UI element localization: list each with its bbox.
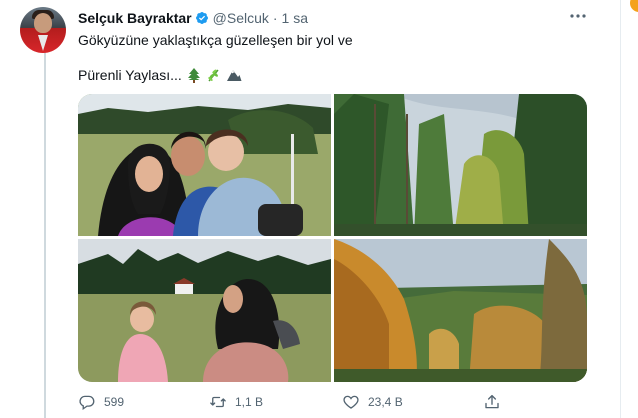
tweet-text-location: Pürenli Yaylası... [78,67,182,83]
author-handle[interactable]: @Selcuk [213,10,269,26]
author-name[interactable]: Selçuk Bayraktar [78,10,192,26]
photo-woman-child-forest[interactable] [78,239,331,382]
reply-icon [78,393,96,411]
like-button[interactable]: 23,4 B [342,392,403,412]
tweet-text-line-2: Pürenli Yaylası... [78,66,242,84]
reply-count: 599 [104,395,125,409]
photo-tall-trees-sky[interactable] [334,94,587,236]
herb-emoji-icon [206,67,222,83]
share-button[interactable] [483,392,501,412]
timestamp[interactable]: 1 sa [282,10,308,26]
photo-selfie-family-meadow[interactable] [78,94,331,236]
tweet-card[interactable]: Selçuk Bayraktar @Selcuk · 1 sa Gökyüzün… [0,0,621,418]
mountain-emoji-icon [226,67,242,83]
like-count: 23,4 B [368,395,403,409]
tweet-text-line-1: Gökyüzüne yaklaştıkça güzelleşen bir yol… [78,32,353,48]
tweet-header: Selçuk Bayraktar @Selcuk · 1 sa [78,9,308,27]
thread-line [44,50,46,418]
share-icon [483,393,501,411]
photo-autumn-forest[interactable] [334,239,587,382]
verified-badge-icon [195,11,209,25]
avatar[interactable] [20,7,66,53]
evergreen-tree-emoji-icon [186,67,202,83]
separator-dot: · [272,10,278,26]
media-grid [78,94,587,382]
reply-button[interactable]: 599 [78,392,124,412]
tweet-actions: 599 1,1 B 23,4 B [78,392,558,412]
more-options-icon[interactable] [569,9,587,23]
right-panel-edge [621,0,638,418]
heart-icon [342,393,360,411]
retweet-button[interactable]: 1,1 B [209,392,263,412]
retweet-count: 1,1 B [235,395,264,409]
retweet-icon [209,393,227,411]
partial-avatar-icon [630,0,638,12]
